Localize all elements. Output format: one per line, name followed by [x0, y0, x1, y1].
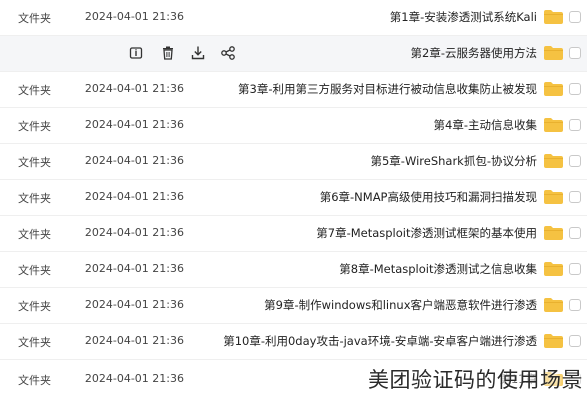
item-type: 文件夹: [18, 228, 51, 241]
list-item[interactable]: 文件夹 2024-04-01 21:36 第6章-NMAP高级使用技巧和漏洞扫描…: [0, 180, 587, 216]
row-checkbox[interactable]: [569, 335, 581, 347]
row-checkbox[interactable]: [569, 299, 581, 311]
item-date: 2024-04-01 21:36: [84, 226, 184, 239]
item-type: 文件夹: [18, 336, 51, 349]
item-date: 2024-04-01 21:36: [84, 262, 184, 275]
list-item[interactable]: 文件夹 2024-04-01 21:36 第4章-主动信息收集: [0, 108, 587, 144]
item-name[interactable]: 第3章-利用第三方服务对目标进行被动信息收集防止被发现: [238, 81, 537, 97]
item-date: 2024-04-01 21:36: [84, 118, 184, 131]
list-item[interactable]: 文件夹 2024-04-01 21:36 第7章-Metasploit渗透测试框…: [0, 216, 587, 252]
folder-icon: [544, 46, 563, 60]
item-type: 文件夹: [18, 264, 51, 277]
item-date: 2024-04-01 21:36: [84, 190, 184, 203]
item-date: 2024-04-01 21:36: [84, 334, 184, 347]
list-item[interactable]: 文件夹 2024-04-01 21:36 第10章-利用0day攻击-java环…: [0, 324, 587, 360]
item-name[interactable]: 第7章-Metasploit渗透测试框架的基本使用: [316, 225, 537, 241]
item-date: 2024-04-01 21:36: [84, 372, 184, 385]
list-item[interactable]: 第2章-云服务器使用方法: [0, 36, 587, 72]
item-name[interactable]: 第8章-Metasploit渗透测试之信息收集: [339, 261, 537, 277]
share-icon[interactable]: [220, 44, 236, 62]
delete-icon[interactable]: [160, 44, 176, 62]
row-checkbox[interactable]: [569, 47, 581, 59]
row-checkbox[interactable]: [569, 155, 581, 167]
list-item[interactable]: 文件夹 2024-04-01 21:36 第9章-制作windows和linux…: [0, 288, 587, 324]
item-name[interactable]: 第1章-安装渗透测试系统Kali: [390, 9, 537, 25]
item-type: 文件夹: [18, 300, 51, 313]
folder-icon: [544, 298, 563, 312]
folder-icon: [544, 10, 563, 24]
item-type: 文件夹: [18, 192, 51, 205]
item-name[interactable]: 第2章-云服务器使用方法: [411, 45, 537, 61]
list-item[interactable]: 文件夹 2024-04-01 21:36 第5章-WireShark抓包-协议分…: [0, 144, 587, 180]
item-name[interactable]: 第4章-主动信息收集: [434, 117, 537, 133]
item-date: 2024-04-01 21:36: [84, 298, 184, 311]
folder-icon: [544, 154, 563, 168]
row-checkbox[interactable]: [569, 263, 581, 275]
folder-icon: [544, 226, 563, 240]
info-icon[interactable]: [128, 44, 144, 62]
row-checkbox[interactable]: [569, 227, 581, 239]
row-checkbox[interactable]: [569, 83, 581, 95]
folder-icon: [544, 190, 563, 204]
item-name[interactable]: 第9章-制作windows和linux客户端恶意软件进行渗透: [264, 297, 537, 313]
item-date: 2024-04-01 21:36: [84, 10, 184, 23]
item-name[interactable]: 第6章-NMAP高级使用技巧和漏洞扫描发现: [320, 189, 537, 205]
folder-icon: [544, 262, 563, 276]
list-item[interactable]: 文件夹 2024-04-01 21:36 第8章-Metasploit渗透测试之…: [0, 252, 587, 288]
item-name[interactable]: 第5章-WireShark抓包-协议分析: [370, 153, 537, 169]
item-name[interactable]: 第10章-利用0day攻击-java环境-安卓端-安卓客户端进行渗透: [223, 333, 537, 349]
list-item[interactable]: 文件夹 2024-04-01 21:36 第1章-安装渗透测试系统Kali: [0, 0, 587, 36]
item-date: 2024-04-01 21:36: [84, 154, 184, 167]
row-checkbox[interactable]: [569, 119, 581, 131]
watermark-text: 美团验证码的使用场景: [368, 368, 583, 392]
row-checkbox[interactable]: [569, 11, 581, 23]
file-list: 文件夹 2024-04-01 21:36 第1章-安装渗透测试系统Kali 第2…: [0, 0, 587, 400]
folder-icon: [544, 82, 563, 96]
folder-icon: [544, 118, 563, 132]
folder-icon: [544, 334, 563, 348]
item-type: 文件夹: [18, 84, 51, 97]
item-type: 文件夹: [18, 12, 51, 25]
item-date: 2024-04-01 21:36: [84, 82, 184, 95]
item-type: 文件夹: [18, 120, 51, 133]
download-icon[interactable]: [190, 44, 206, 62]
row-checkbox[interactable]: [569, 191, 581, 203]
list-item[interactable]: 文件夹 2024-04-01 21:36 第3章-利用第三方服务对目标进行被动信…: [0, 72, 587, 108]
item-type: 文件夹: [18, 374, 51, 387]
item-type: 文件夹: [18, 156, 51, 169]
